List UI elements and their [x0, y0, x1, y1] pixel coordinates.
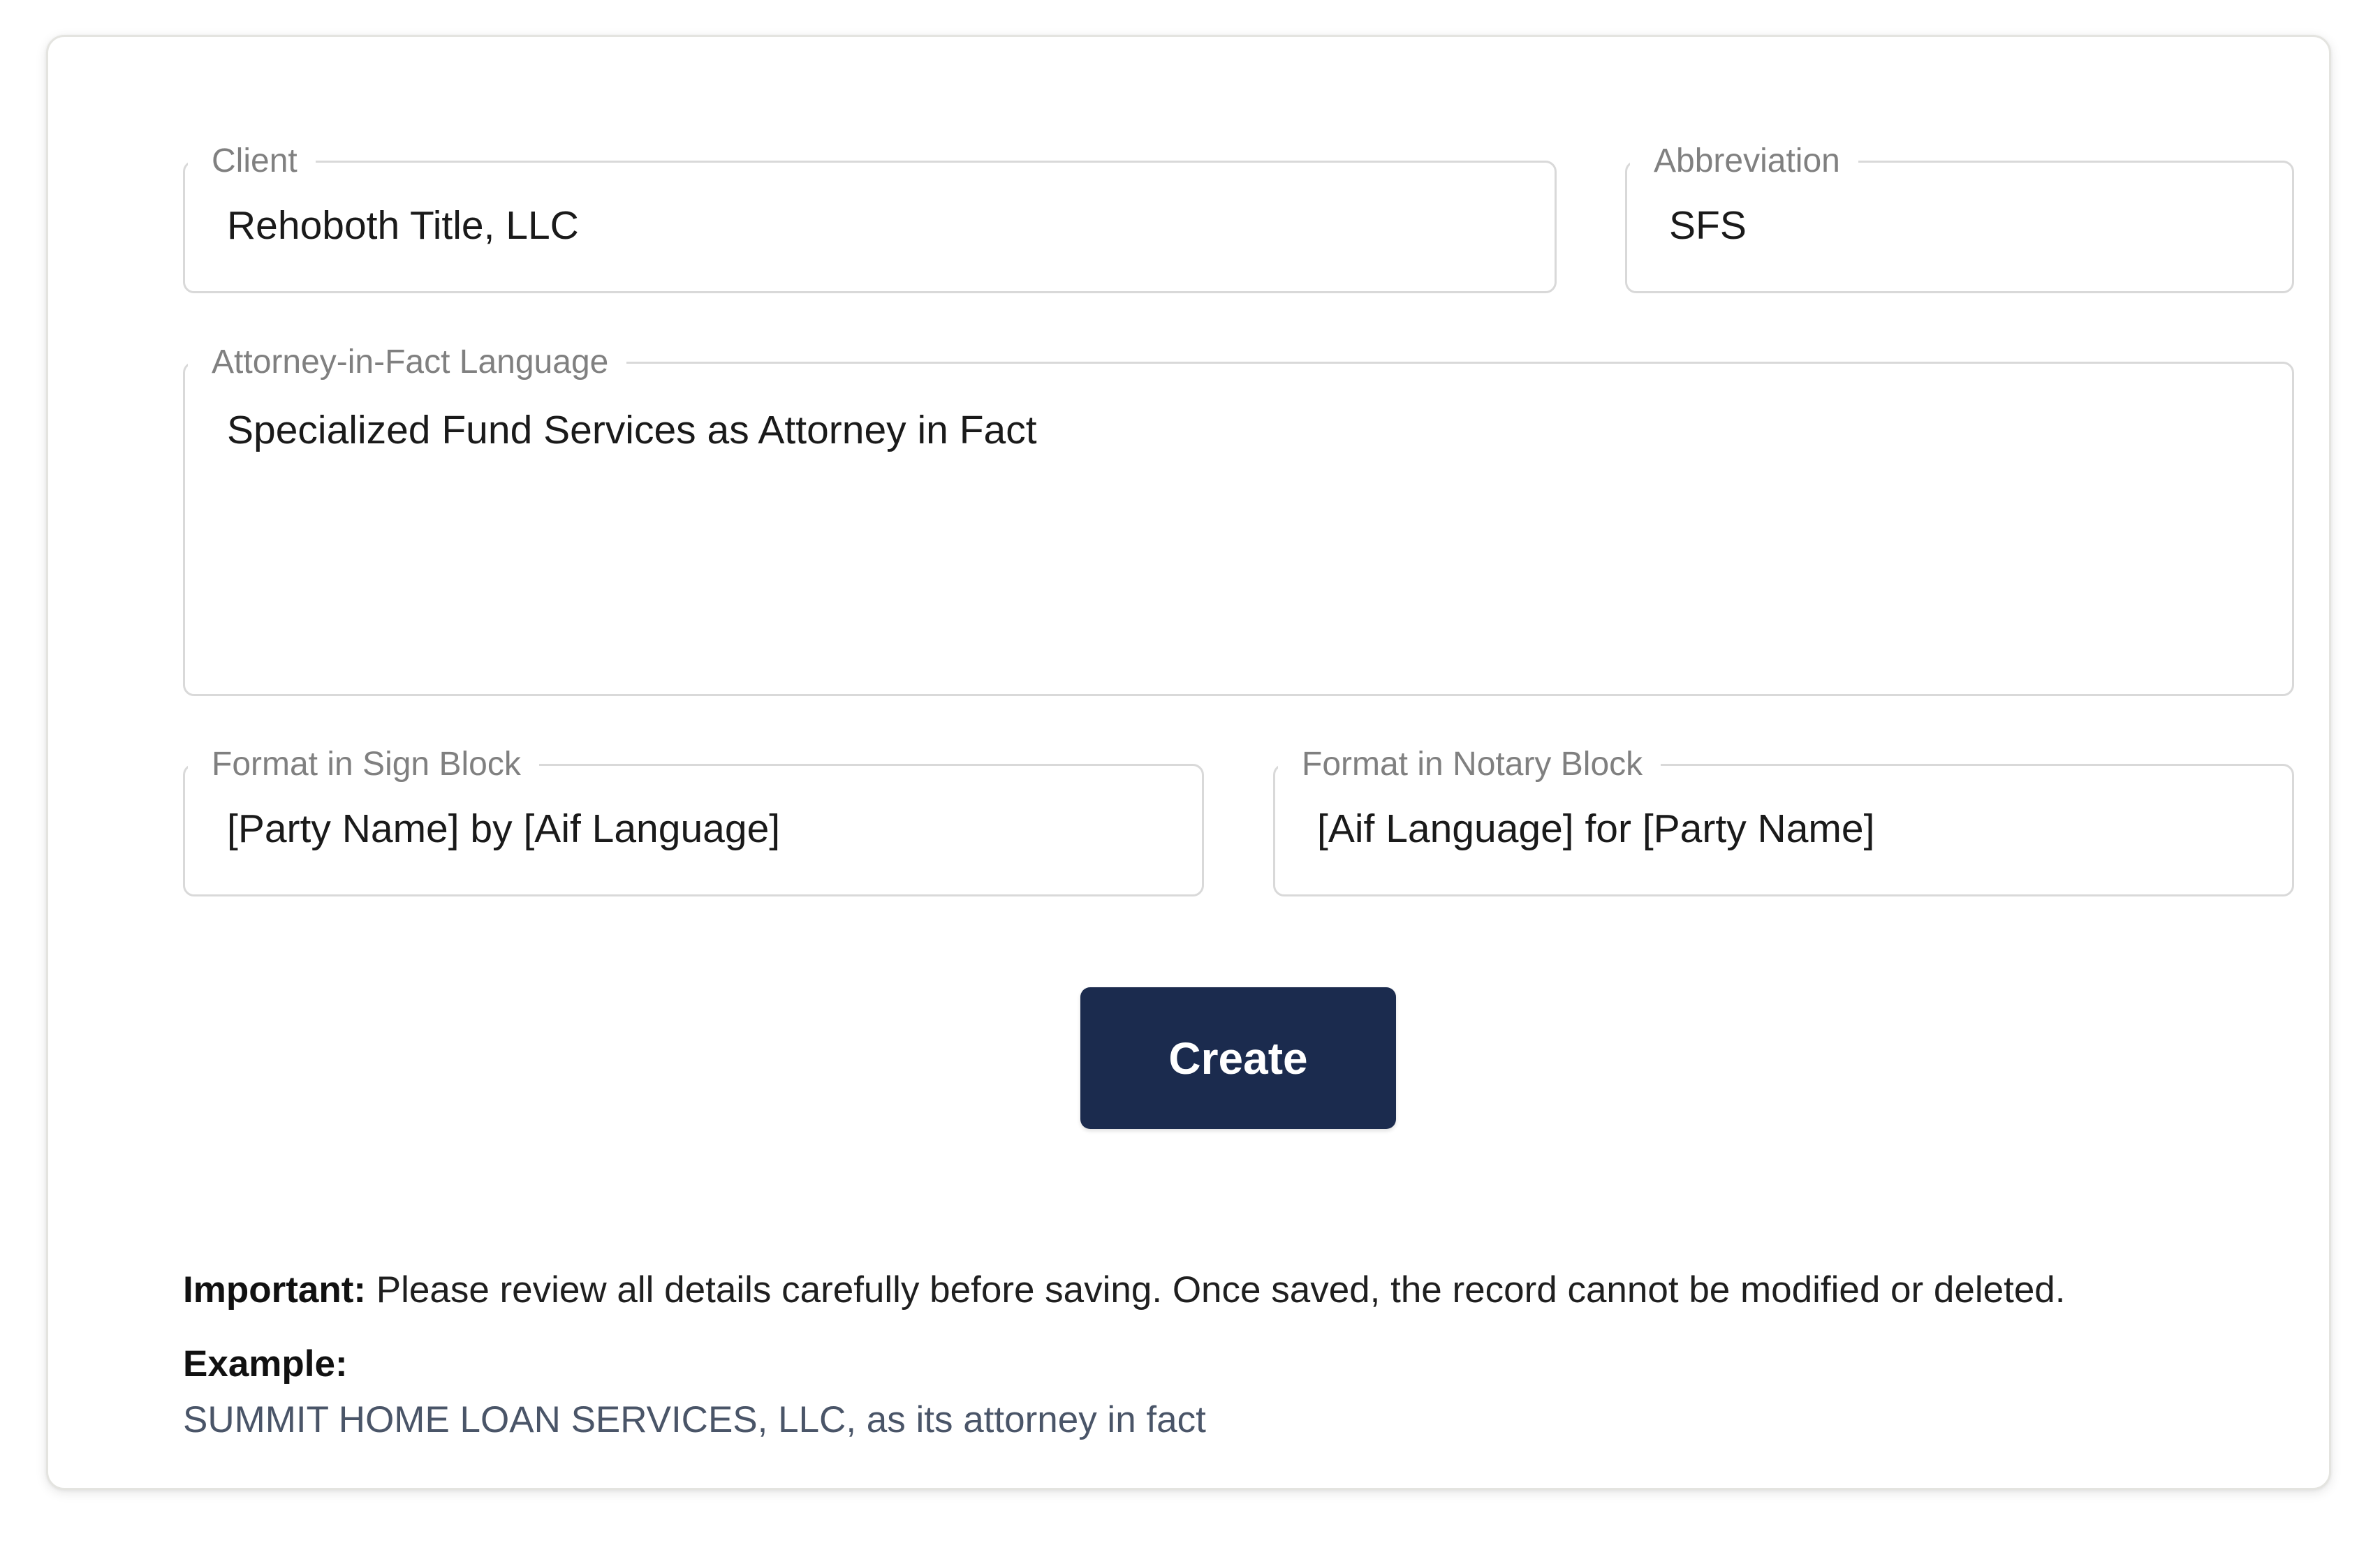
sign-block-label: Format in Sign Block	[188, 745, 539, 784]
important-text: Please review all details carefully befo…	[366, 1269, 2066, 1311]
notary-block-label: Format in Notary Block	[1278, 745, 1661, 784]
example-text: SUMMIT HOME LOAN SERVICES, LLC, as its a…	[183, 1399, 1206, 1440]
sign-block-input[interactable]: [Party Name] by [Aif Language]	[227, 804, 1174, 853]
aif-language-field[interactable]: Attorney-in-Fact Language Specialized Fu…	[183, 343, 2294, 696]
aif-language-label: Attorney-in-Fact Language	[188, 343, 627, 382]
client-label: Client	[188, 142, 316, 181]
abbreviation-field[interactable]: Abbreviation SFS	[1625, 142, 2294, 293]
example-label: Example:	[183, 1343, 348, 1385]
notary-block-field[interactable]: Format in Notary Block [Aif Language] fo…	[1273, 745, 2294, 896]
abbreviation-input[interactable]: SFS	[1669, 201, 2264, 250]
sign-block-field[interactable]: Format in Sign Block [Party Name] by [Ai…	[183, 745, 1204, 896]
abbreviation-label: Abbreviation	[1630, 142, 1858, 181]
client-field[interactable]: Client Rehoboth Title, LLC	[183, 142, 1557, 293]
client-input[interactable]: Rehoboth Title, LLC	[227, 201, 1527, 250]
aif-language-textarea[interactable]: Specialized Fund Services as Attorney in…	[227, 406, 2264, 455]
important-notice: Important: Please review all details car…	[183, 1266, 2066, 1315]
important-label: Important:	[183, 1269, 367, 1311]
create-button[interactable]: Create	[1080, 987, 1396, 1129]
form-card: Client Rehoboth Title, LLC Abbreviation …	[46, 35, 2331, 1490]
notary-block-input[interactable]: [Aif Language] for [Party Name]	[1317, 804, 2264, 853]
